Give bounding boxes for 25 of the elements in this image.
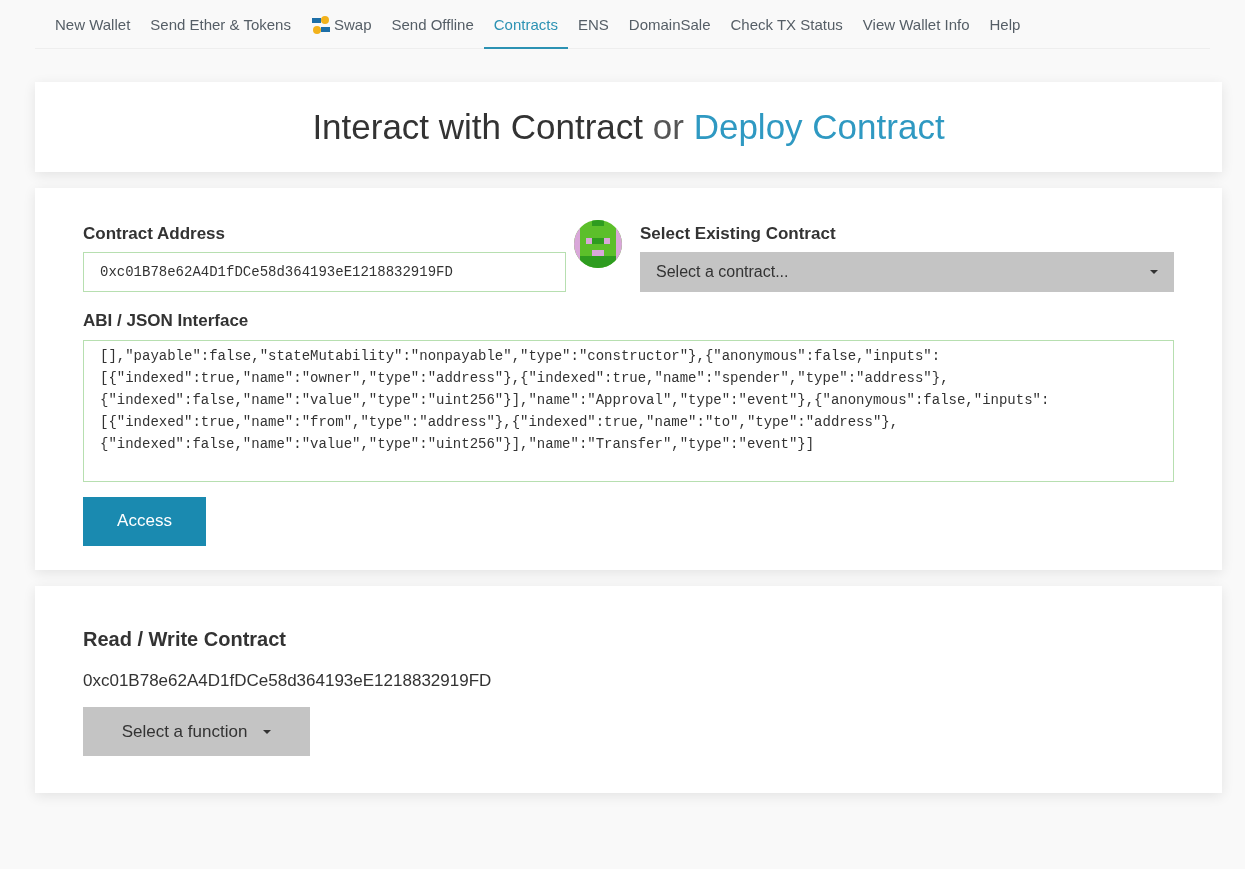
- nav-tab[interactable]: Send Ether & Tokens: [140, 0, 301, 49]
- swap-icon: [310, 15, 331, 35]
- nav-tab[interactable]: New Wallet: [45, 0, 141, 49]
- nav-tab[interactable]: DomainSale: [618, 0, 721, 49]
- nav-tab[interactable]: View Wallet Info: [852, 0, 980, 49]
- nav-tab[interactable]: Send Offline: [381, 0, 484, 49]
- caret-icon: [263, 729, 272, 734]
- nav-tab[interactable]: Help: [979, 0, 1031, 49]
- access-button[interactable]: Access: [83, 496, 206, 546]
- abi-textarea[interactable]: [],"payable":false,"stateMutability":"nonpayable","type":"constructor"},{"anonymous":false,"inputs": [{"indexed":true,"name":"owner","type":"address"},{"indexed":true,"name":"spender","type":"address"}, {"indexed":false,"name":"value","type":"uint256"}],"name":"Approval","type":"event"},{"anonymous":false,"inputs": [{"indexed":true,"name":"from","type":"address"},{"indexed":true,"name":"to","type":"address"}, {"indexed":false,"name":"value","type":"uint256"}],"name":"Transfer","type":"event"}]: [83, 339, 1174, 482]
- page-title: Interact with Contract or Deploy Contract: [312, 105, 945, 148]
- avatar-icon: [574, 220, 622, 268]
- contract-address: 0xc01B78e62A4D1fDCe58d364193eE1218832919FD: [83, 669, 493, 692]
- field-label: Select Existing Contract: [640, 222, 837, 245]
- nav-tab[interactable]: ENS: [567, 0, 619, 49]
- caret-icon: [1150, 270, 1158, 274]
- contract-address-field[interactable]: 0xc01B78e62A4D1fDCe58d364193eE1218832919FD: [83, 252, 566, 292]
- nav-tab[interactable]: Swap: [300, 0, 382, 49]
- field-label: Contract Address: [83, 222, 226, 245]
- function-dropdown[interactable]: Select a function: [83, 707, 310, 756]
- contract-dropdown[interactable]: Select a contract...: [640, 252, 1174, 292]
- nav-tab[interactable]: Contracts: [483, 0, 568, 49]
- section-title: Read / Write Contract: [83, 626, 287, 652]
- nav-tab[interactable]: Check TX Status: [720, 0, 853, 49]
- field-label: ABI / JSON Interface: [83, 310, 250, 332]
